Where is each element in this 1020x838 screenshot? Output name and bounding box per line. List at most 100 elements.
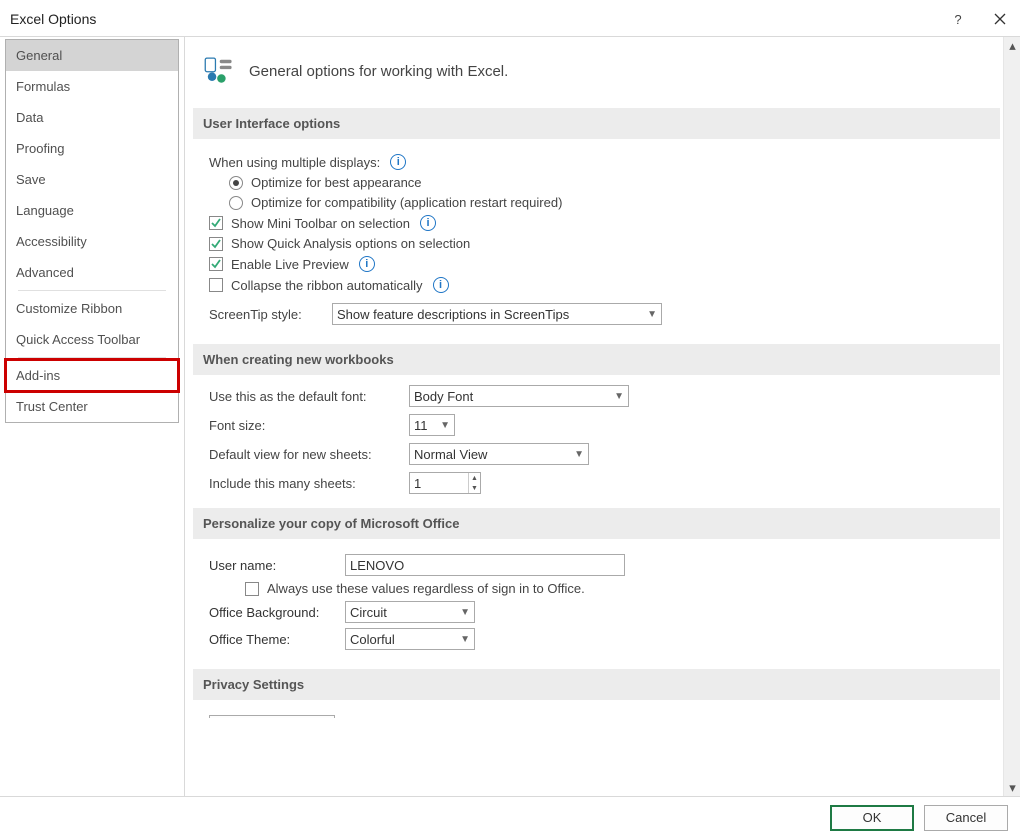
section-header-personalize: Personalize your copy of Microsoft Offic…	[193, 508, 1000, 539]
input-value: LENOVO	[350, 558, 404, 573]
sidebar-item-label: Save	[16, 172, 46, 187]
help-button[interactable]: ?	[948, 9, 968, 29]
label-live-preview: Enable Live Preview	[231, 257, 349, 272]
combo-value: Body Font	[414, 389, 473, 404]
label-screentip-style: ScreenTip style:	[209, 307, 324, 322]
close-button[interactable]	[990, 9, 1010, 29]
title-bar: Excel Options ?	[0, 0, 1020, 36]
combo-default-font[interactable]: Body Font ▼	[409, 385, 629, 407]
chevron-down-icon: ▼	[460, 607, 470, 618]
checkbox-live-preview[interactable]	[209, 257, 223, 271]
combo-value: Circuit	[350, 605, 387, 620]
section-header-privacy: Privacy Settings	[193, 669, 1000, 700]
sidebar-item-formulas[interactable]: Formulas	[6, 71, 178, 102]
chevron-down-icon: ▼	[614, 391, 624, 402]
checkbox-always-use-values[interactable]	[245, 582, 259, 596]
sidebar-item-advanced[interactable]: Advanced	[6, 257, 178, 288]
cancel-button[interactable]: Cancel	[924, 805, 1008, 831]
label-default-view: Default view for new sheets:	[209, 447, 409, 462]
separator	[18, 290, 166, 291]
sidebar-item-label: Trust Center	[16, 399, 88, 414]
sidebar-item-label: Formulas	[16, 79, 70, 94]
section-header-ui-options: User Interface options	[193, 108, 1000, 139]
category-sidebar: General Formulas Data Proofing Save Lang…	[0, 37, 185, 796]
scroll-up-icon[interactable]: ▴	[1004, 37, 1020, 54]
sidebar-item-label: Proofing	[16, 141, 64, 156]
label-office-theme: Office Theme:	[209, 632, 337, 647]
label-font-size: Font size:	[209, 418, 409, 433]
scroll-down-icon[interactable]: ▾	[1004, 779, 1020, 796]
sidebar-item-accessibility[interactable]: Accessibility	[6, 226, 178, 257]
vertical-scrollbar[interactable]: ▴ ▾	[1003, 37, 1020, 796]
page-heading: General options for working with Excel.	[249, 63, 508, 80]
button-label: OK	[863, 810, 882, 825]
sidebar-item-label: Quick Access Toolbar	[16, 332, 140, 347]
page-header: General options for working with Excel.	[193, 47, 1002, 108]
ok-button[interactable]: OK	[830, 805, 914, 831]
combo-value: Normal View	[414, 447, 487, 462]
label-always-use-values: Always use these values regardless of si…	[267, 581, 585, 596]
combo-value: Colorful	[350, 632, 395, 647]
chevron-down-icon: ▼	[469, 483, 480, 493]
sidebar-item-label: Customize Ribbon	[16, 301, 122, 316]
chevron-down-icon: ▼	[460, 634, 470, 645]
general-options-icon	[201, 53, 235, 90]
sidebar-item-language[interactable]: Language	[6, 195, 178, 226]
sidebar-item-label: Advanced	[16, 265, 74, 280]
combo-font-size[interactable]: 11 ▼	[409, 414, 455, 436]
input-user-name[interactable]: LENOVO	[345, 554, 625, 576]
chevron-down-icon: ▼	[574, 449, 584, 460]
checkbox-quick-analysis[interactable]	[209, 237, 223, 251]
chevron-up-icon: ▲	[469, 473, 480, 483]
sidebar-item-data[interactable]: Data	[6, 102, 178, 133]
label-sheet-count: Include this many sheets:	[209, 476, 409, 491]
spinner-controls[interactable]: ▲▼	[468, 473, 480, 493]
combo-default-view[interactable]: Normal View ▼	[409, 443, 589, 465]
close-icon	[994, 13, 1006, 25]
radio-best-appearance[interactable]	[229, 176, 243, 190]
dialog-title: Excel Options	[10, 11, 926, 27]
scroll-track[interactable]	[1004, 54, 1020, 779]
sidebar-item-save[interactable]: Save	[6, 164, 178, 195]
label-multiple-displays: When using multiple displays:	[209, 155, 380, 170]
info-icon[interactable]: i	[433, 277, 449, 293]
combo-office-theme[interactable]: Colorful ▼	[345, 628, 475, 650]
label-collapse-ribbon: Collapse the ribbon automatically	[231, 278, 423, 293]
section-header-new-workbooks: When creating new workbooks	[193, 344, 1000, 375]
spinner-value: 1	[414, 476, 421, 491]
sidebar-item-customize-ribbon[interactable]: Customize Ribbon	[6, 293, 178, 324]
sidebar-item-quick-access-toolbar[interactable]: Quick Access Toolbar	[6, 324, 178, 355]
sidebar-item-label: Add-ins	[16, 368, 60, 383]
sidebar-item-trust-center[interactable]: Trust Center	[6, 391, 178, 422]
privacy-settings-button[interactable]: Privacy Settings...	[209, 715, 335, 718]
combo-screentip-style[interactable]: Show feature descriptions in ScreenTips …	[332, 303, 662, 325]
label-user-name: User name:	[209, 558, 337, 573]
label-default-font: Use this as the default font:	[209, 389, 409, 404]
sidebar-item-label: Accessibility	[16, 234, 87, 249]
sidebar-item-add-ins[interactable]: Add-ins	[6, 360, 178, 391]
label-quick-analysis: Show Quick Analysis options on selection	[231, 236, 470, 251]
spinner-sheet-count[interactable]: 1 ▲▼	[409, 472, 481, 494]
sidebar-item-proofing[interactable]: Proofing	[6, 133, 178, 164]
chevron-down-icon: ▼	[647, 309, 657, 320]
radio-compatibility[interactable]	[229, 196, 243, 210]
sidebar-item-general[interactable]: General	[6, 40, 178, 71]
info-icon[interactable]: i	[359, 256, 375, 272]
chevron-down-icon: ▼	[440, 420, 450, 431]
sidebar-item-label: Data	[16, 110, 43, 125]
info-icon[interactable]: i	[420, 215, 436, 231]
combo-value: Show feature descriptions in ScreenTips	[337, 307, 569, 322]
dialog-footer: OK Cancel	[0, 796, 1020, 838]
button-label: Cancel	[946, 810, 986, 825]
combo-office-background[interactable]: Circuit ▼	[345, 601, 475, 623]
content-pane: General options for working with Excel. …	[185, 37, 1020, 796]
label-compatibility: Optimize for compatibility (application …	[251, 195, 562, 210]
checkbox-mini-toolbar[interactable]	[209, 216, 223, 230]
label-office-background: Office Background:	[209, 605, 337, 620]
sidebar-item-label: General	[16, 48, 62, 63]
sidebar-item-label: Language	[16, 203, 74, 218]
checkbox-collapse-ribbon[interactable]	[209, 278, 223, 292]
label-mini-toolbar: Show Mini Toolbar on selection	[231, 216, 410, 231]
info-icon[interactable]: i	[390, 154, 406, 170]
label-best-appearance: Optimize for best appearance	[251, 175, 422, 190]
